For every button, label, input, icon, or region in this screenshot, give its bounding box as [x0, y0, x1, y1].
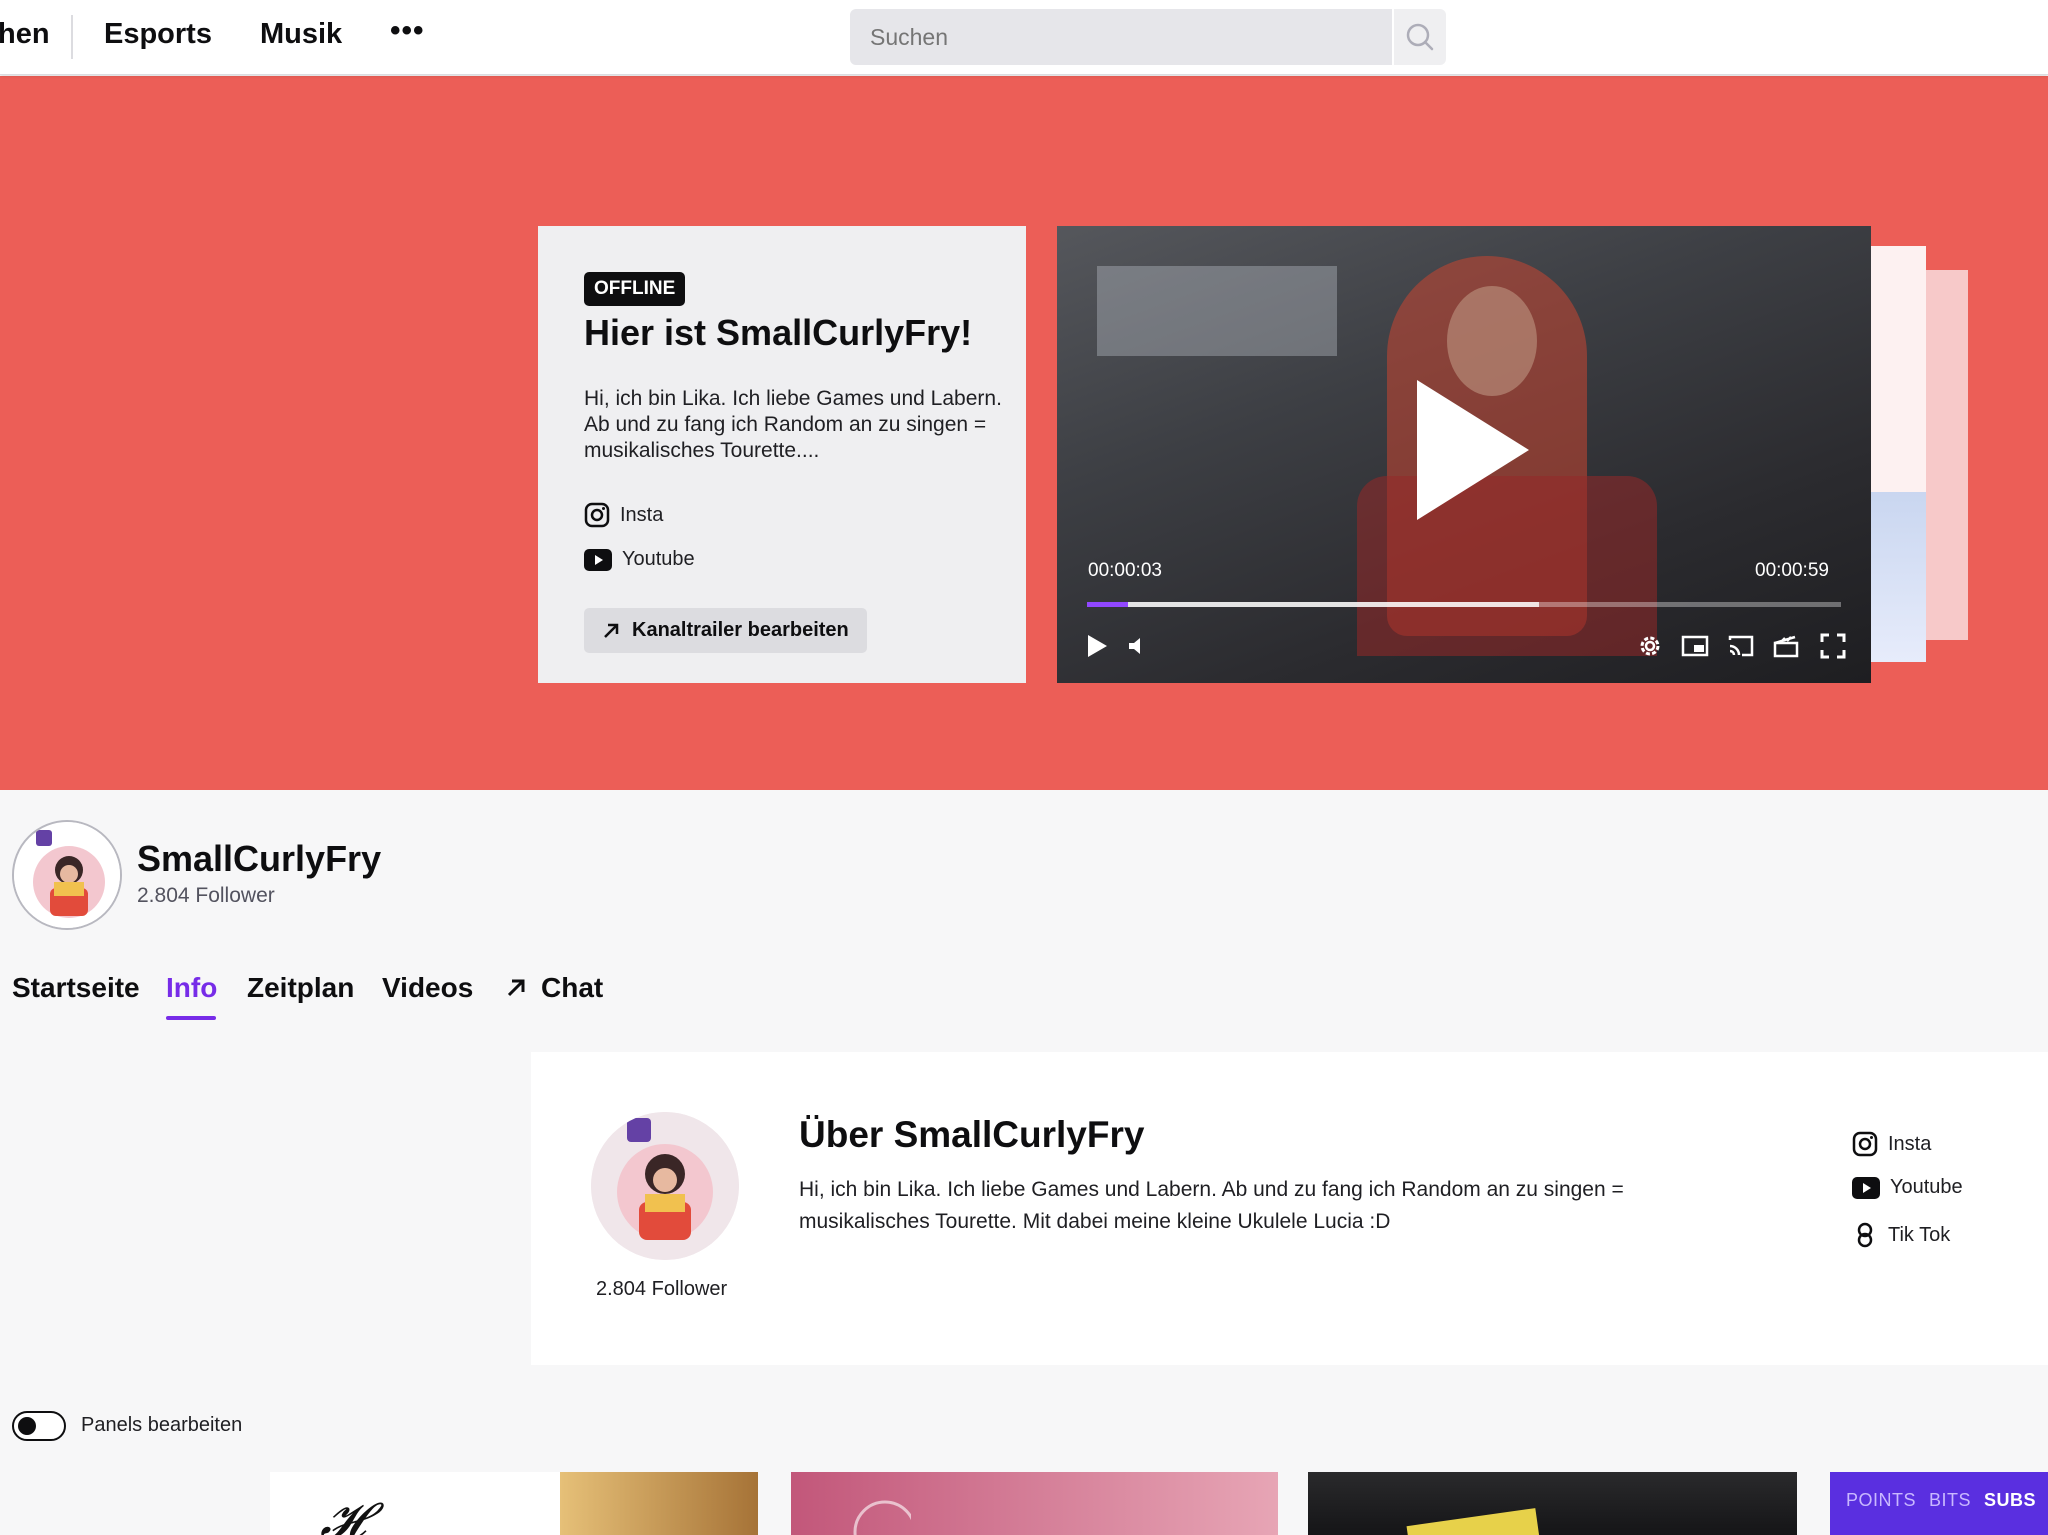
about-avatar: [591, 1112, 739, 1260]
progress-bar: [1087, 602, 1129, 607]
nav-divider: [71, 15, 73, 59]
gear-icon: [1640, 636, 1660, 656]
clip-button[interactable]: [1772, 632, 1800, 660]
about-link-tiktok[interactable]: Tik Tok: [1852, 1222, 1950, 1248]
panel-photo: [560, 1472, 758, 1535]
tab-videos[interactable]: Videos: [382, 972, 473, 1004]
youtube-icon: [584, 548, 612, 571]
cast-button[interactable]: [1727, 632, 1755, 660]
panel-subs-label[interactable]: SUBS: [1984, 1490, 2036, 1511]
about-follower-count: 2.804 Follower: [596, 1278, 728, 1300]
about-link-youtube[interactable]: Youtube: [1852, 1176, 1963, 1199]
hero-description: Hi, ich bin Lika. Ich liebe Games und La…: [584, 387, 1002, 462]
search-input[interactable]: [850, 9, 1392, 65]
about-link-label: Youtube: [1890, 1176, 1963, 1198]
carousel-preview-card[interactable]: [1926, 270, 1968, 640]
panel-bits-label[interactable]: BITS: [1929, 1490, 1971, 1511]
fullscreen-button[interactable]: [1819, 632, 1847, 660]
settings-button[interactable]: [1636, 632, 1664, 660]
link-icon: [1857, 1222, 1873, 1248]
active-tab-indicator: [166, 1016, 216, 1020]
hero-link-label: Insta: [620, 503, 664, 526]
more-menu-button[interactable]: •••: [390, 14, 425, 48]
play-button[interactable]: [1083, 632, 1111, 660]
hero-link-youtube[interactable]: Youtube: [584, 548, 695, 571]
current-time: 00:00:03: [1088, 560, 1162, 581]
volume-button[interactable]: [1125, 632, 1153, 660]
search-button[interactable]: [1394, 9, 1446, 65]
video-frame-window: [1097, 266, 1337, 356]
preview-thumbnail: [1870, 492, 1926, 662]
arrow-up-right-icon: [507, 979, 525, 997]
panel-script-decoration: 𝓗: [320, 1492, 366, 1535]
total-time: 00:00:59: [1755, 560, 1829, 581]
buffer-bar: [1087, 602, 1540, 607]
arrow-up-right-icon: [604, 623, 619, 638]
panel-graphic: [853, 1500, 917, 1535]
about-title: Über SmallCurlyFry: [799, 1114, 1145, 1155]
tab-startseite[interactable]: Startseite: [12, 972, 140, 1004]
nav-item-browse[interactable]: hen: [0, 18, 50, 51]
channel-panel[interactable]: [791, 1472, 1278, 1535]
offline-badge: OFFLINE: [584, 272, 686, 306]
volume-muted-icon: [1129, 638, 1140, 654]
about-link-label: Tik Tok: [1888, 1223, 1951, 1246]
carousel-preview-card[interactable]: [1870, 246, 1926, 662]
play-icon: [1088, 635, 1107, 657]
tab-zeitplan[interactable]: Zeitplan: [247, 972, 354, 1004]
edit-trailer-label: Kanaltrailer bearbeiten: [632, 619, 849, 641]
instagram-icon: [1852, 1131, 1878, 1157]
youtube-icon: [1852, 1176, 1880, 1199]
avatar-illustration: [591, 1112, 739, 1260]
about-link-insta[interactable]: Insta: [1852, 1131, 1931, 1157]
toggle-knob: [18, 1417, 36, 1435]
panel-graphic: [1406, 1508, 1540, 1535]
about-link-label: Insta: [1888, 1132, 1932, 1155]
panel-points-label[interactable]: POINTS: [1846, 1490, 1916, 1511]
instagram-icon: [584, 502, 610, 528]
panel-tabs: POINTS BITS SUBS: [1846, 1490, 2036, 1511]
panels-edit-toggle[interactable]: [12, 1411, 66, 1441]
channel-panel[interactable]: POINTS BITS SUBS: [1830, 1472, 2048, 1535]
search-icon: [1406, 23, 1434, 51]
seek-bar[interactable]: [1087, 602, 1841, 607]
nav-item-esports[interactable]: Esports: [104, 18, 212, 51]
panels-edit-label: Panels bearbeiten: [81, 1414, 243, 1436]
tab-chat-label: Chat: [541, 972, 604, 1003]
hero-link-label: Youtube: [622, 548, 695, 570]
big-play-icon[interactable]: [1417, 380, 1529, 520]
top-navigation: hen Esports Musik •••: [0, 0, 2048, 75]
channel-avatar[interactable]: [12, 820, 122, 930]
channel-panel[interactable]: [1308, 1472, 1797, 1535]
clapperboard-icon: [1773, 635, 1799, 658]
mini-player-button[interactable]: [1681, 632, 1709, 660]
tab-info[interactable]: Info: [166, 972, 217, 1004]
hero-link-insta[interactable]: Insta: [584, 502, 663, 528]
about-description: Hi, ich bin Lika. Ich liebe Games und La…: [799, 1178, 1624, 1233]
nav-item-musik[interactable]: Musik: [260, 18, 342, 51]
channel-name: SmallCurlyFry: [137, 838, 382, 879]
follower-count: 2.804 Follower: [137, 884, 275, 907]
channel-panel[interactable]: 𝓗: [270, 1472, 758, 1535]
avatar-illustration: [14, 822, 120, 928]
picture-in-picture-icon: [1681, 635, 1709, 657]
fullscreen-icon: [1820, 633, 1846, 659]
cast-icon: [1728, 635, 1754, 657]
hero-title: Hier ist SmallCurlyFry!: [584, 312, 973, 353]
edit-trailer-button[interactable]: Kanaltrailer bearbeiten: [584, 608, 867, 653]
tab-chat[interactable]: Chat: [505, 972, 603, 1004]
